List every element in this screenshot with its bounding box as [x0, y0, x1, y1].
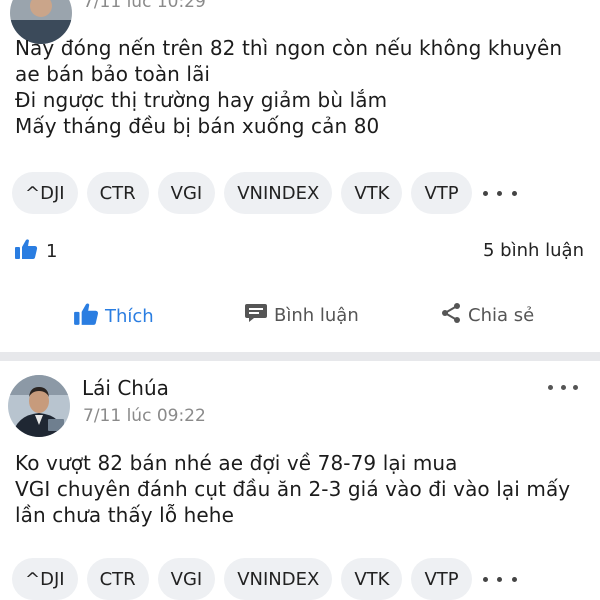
post-timestamp: 7/11 lúc 10:29	[83, 0, 206, 12]
post-content-line: Mấy tháng đều bị bán xuống cản 80	[15, 114, 380, 138]
more-tags-icon[interactable]	[482, 188, 517, 198]
like-button-label: Thích	[105, 306, 154, 327]
post-divider	[0, 352, 600, 361]
stock-tag[interactable]: VGI	[157, 172, 216, 214]
more-dots-icon[interactable]	[548, 381, 578, 393]
post-content-line: lần chưa thấy lỗ hehe	[15, 503, 234, 527]
stock-tag[interactable]: VTP	[411, 172, 472, 214]
stock-tag[interactable]: ^DJI	[12, 558, 78, 600]
author-avatar[interactable]	[8, 375, 70, 437]
stock-tag[interactable]: CTR	[86, 558, 149, 600]
post-content-line: Nay đóng nến trên 82 thì ngon còn nếu kh…	[15, 36, 563, 60]
stock-tag[interactable]: VNINDEX	[224, 558, 333, 600]
stock-tag-list: ^DJI CTR VGI VNINDEX VTK VTP	[12, 558, 517, 600]
comment-button-label: Bình luận	[274, 305, 359, 326]
like-button[interactable]: Thích	[73, 302, 154, 331]
comment-count[interactable]: 5 bình luận	[483, 240, 584, 261]
post-content-line: ae bán bảo toàn lãi	[15, 62, 211, 86]
like-summary[interactable]: 1	[14, 238, 57, 264]
post-content-line: Ko vượt 82 bán nhé ae đợi về 78-79 lại m…	[15, 451, 458, 475]
post-stats: 1 5 bình luận	[0, 238, 600, 266]
like-count: 1	[46, 240, 58, 262]
stock-tag[interactable]: VTK	[341, 172, 403, 214]
post-content-line: Đi ngược thị trường hay giảm bù lắm	[15, 88, 388, 112]
share-button-label: Chia sẻ	[468, 305, 535, 326]
post-content-line: VGI chuyên đánh cụt đầu ăn 2-3 giá vào đ…	[15, 477, 571, 501]
stock-tag[interactable]: VTP	[411, 558, 472, 600]
post-card: Lái Chúa 7/11 lúc 09:22 Ko vượt 82 bán n…	[0, 361, 600, 600]
stock-tag[interactable]: CTR	[86, 172, 149, 214]
more-tags-icon[interactable]	[482, 574, 517, 584]
share-button[interactable]: Chia sẻ	[440, 302, 534, 329]
author-name[interactable]: Lái Chúa	[82, 376, 169, 400]
stock-tag-list: ^DJI CTR VGI VNINDEX VTK VTP	[12, 172, 517, 214]
stock-tag[interactable]: ^DJI	[12, 172, 78, 214]
thumbs-up-icon	[14, 238, 38, 264]
share-icon	[440, 302, 462, 329]
stock-tag[interactable]: VNINDEX	[224, 172, 333, 214]
speech-bubble-icon	[244, 302, 268, 329]
post-actions: Thích Bình luận Chia sẻ	[0, 302, 600, 342]
post-timestamp: 7/11 lúc 09:22	[83, 406, 206, 426]
post-content: Ko vượt 82 bán nhé ae đợi về 78-79 lại m…	[15, 450, 570, 528]
stock-tag[interactable]: VTK	[341, 558, 403, 600]
stock-tag[interactable]: VGI	[157, 558, 216, 600]
comment-button[interactable]: Bình luận	[244, 302, 359, 329]
post-content: Nay đóng nến trên 82 thì ngon còn nếu kh…	[15, 35, 562, 139]
post-card: 7/11 lúc 10:29 Nay đóng nến trên 82 thì …	[0, 0, 600, 352]
thumbs-up-icon	[73, 302, 99, 331]
